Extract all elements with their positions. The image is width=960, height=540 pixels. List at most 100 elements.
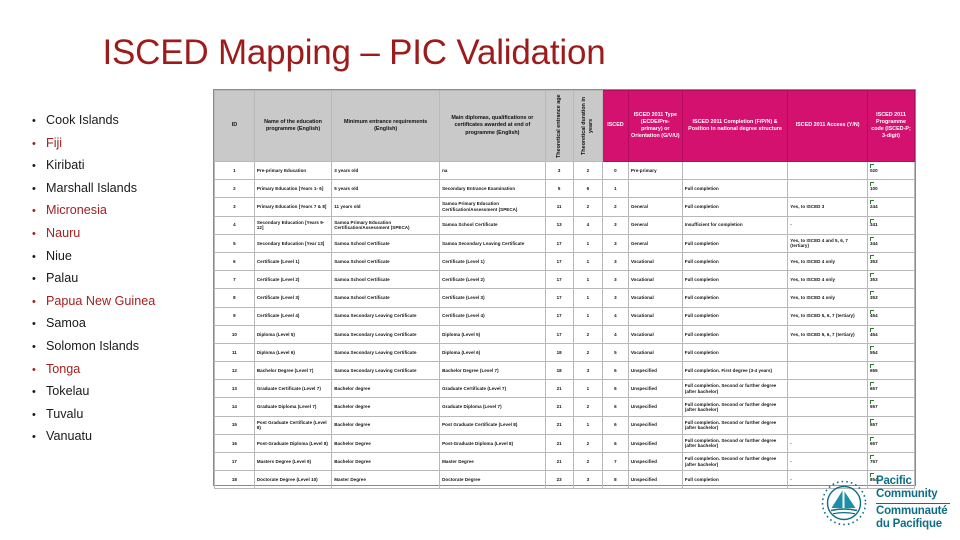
cell-code: 244 [867, 197, 915, 217]
column-header: Theoretical duration in years [572, 90, 604, 162]
cell-entry: Samoa Secondary Leaving Certificate [331, 306, 441, 326]
country-label: Marshall Islands [46, 180, 137, 195]
cell-type: General [627, 197, 683, 217]
cell-type: Vocational [627, 251, 683, 272]
cell-access: - [787, 451, 868, 472]
cell-diploma: Secondary Entrance Examination [439, 179, 546, 199]
cell-diploma: na [439, 160, 546, 181]
cell-name: Diploma (Level 6) [253, 342, 333, 363]
cell-duration: 2 [572, 342, 604, 363]
cell-isced: 3 [602, 270, 629, 290]
table-row: 15 Post Graduate Certificate (Level 8) Bac… [214, 415, 915, 435]
cell-entry: Samoa Secondary Leaving Certificate [331, 342, 441, 363]
country-label: Papua New Guinea [46, 293, 156, 308]
cell-code: 757 [867, 451, 915, 472]
table-row: 16 Post-Graduate Diploma (Level 8) Bachelo… [214, 433, 915, 454]
cell-access [787, 160, 868, 181]
cell-age: 17 [544, 251, 574, 272]
table-row: 14 Graduate Diploma (Level 7) Bachelor deg… [214, 397, 915, 417]
column-header: ID [214, 90, 255, 162]
list-item: • Niue [32, 249, 212, 272]
cell-name: Graduate Diploma (Level 7) [253, 397, 333, 417]
cell-name: Certificate (Level 1) [253, 251, 333, 272]
cell-name: Post Graduate Certificate (Level 8) [253, 415, 333, 435]
cell-id: 7 [214, 270, 255, 290]
column-header-label: Theoretical entrance age [555, 94, 562, 158]
cell-completion: Full completion. Second or further degre… [681, 397, 789, 417]
list-item: • Tokelau [32, 384, 212, 407]
list-item: • Papua New Guinea [32, 294, 212, 317]
cell-completion: Full completion [681, 251, 789, 272]
list-item: • Nauru [32, 226, 212, 249]
cell-code: 341 [867, 215, 915, 235]
cell-type: General [627, 233, 683, 253]
pacific-community-logo: Pacific Community Communauté du Pacifiqu… [818, 474, 950, 532]
country-label: Tokelau [46, 384, 90, 399]
cell-age: 13 [544, 215, 574, 235]
cell-code: 454 [867, 324, 915, 344]
cell-entry: 3 years old [331, 160, 441, 181]
cell-entry: 11 years old [331, 197, 441, 217]
cell-diploma: Certificate (Level 2) [439, 270, 546, 290]
cell-completion: Full completion. Second or further degre… [681, 433, 789, 454]
bullet-dot-icon: • [32, 386, 36, 399]
table-row: 4 Secondary Education [Years 9-12] Samoa P… [214, 215, 915, 235]
cell-type: Vocational [627, 306, 683, 326]
bullet-dot-icon: • [32, 318, 36, 331]
cell-entry: Bachelor degree [331, 379, 441, 399]
cell-type: Pre-primary [627, 160, 683, 181]
cell-age: 11 [544, 197, 574, 217]
cell-type: Vocational [627, 324, 683, 344]
table-row: 3 Primary Education [Years 7 & 8] 11 years… [214, 197, 915, 217]
cell-id: 8 [214, 288, 255, 308]
cell-duration: 1 [572, 379, 604, 399]
table-row: 6 Certificate (Level 1) Samoa School Certi… [214, 251, 915, 272]
column-header: ISCED 2011 Type (ECDE/Pre-primary) or Or… [627, 90, 683, 162]
cell-type: Unspecified [627, 415, 683, 435]
cell-id: 4 [214, 215, 255, 235]
bullet-dot-icon: • [32, 340, 36, 353]
bullet-dot-icon: • [32, 137, 36, 150]
table-row: 13 Graduate Certificate (Level 7) Bachelor… [214, 379, 915, 399]
column-header: Theoretical entrance age [544, 90, 574, 162]
spc-canoe-emblem-icon [818, 477, 870, 529]
cell-completion: Full completion. Second or further degre… [681, 415, 789, 435]
cell-entry: Samoa Primary Education Certification/As… [331, 215, 441, 235]
cell-code: 657 [867, 433, 915, 454]
cell-isced: 6 [602, 433, 629, 454]
country-label: Tonga [46, 361, 81, 376]
bullet-dot-icon: • [32, 431, 36, 444]
cell-id: 16 [214, 433, 255, 454]
bullet-dot-icon: • [32, 250, 36, 263]
cell-name: Diploma (Level 5) [253, 324, 333, 344]
cell-duration: 4 [572, 215, 604, 235]
cell-age: 17 [544, 306, 574, 326]
cell-access [787, 379, 868, 399]
cell-entry: Master Degree [331, 470, 441, 490]
cell-duration: 2 [572, 451, 604, 472]
cell-duration: 1 [572, 415, 604, 435]
cell-type: Unspecified [627, 433, 683, 454]
cell-isced: 2 [602, 197, 629, 217]
cell-entry: Bachelor Degree [331, 433, 441, 454]
column-header: Main diplomas, qualifications or certifi… [439, 90, 546, 162]
cell-completion: Full completion [681, 197, 789, 217]
table-row: 11 Diploma (Level 6) Samoa Secondary Leavi… [214, 342, 915, 363]
cell-isced: 6 [602, 361, 629, 381]
cell-completion: Insufficient for completion [681, 215, 789, 235]
cell-id: 18 [214, 470, 255, 490]
cell-duration: 2 [572, 433, 604, 454]
column-header: ISCED [602, 90, 629, 162]
cell-type: Unspecified [627, 451, 683, 472]
cell-age: 23 [544, 470, 574, 490]
cell-name: Graduate Certificate (Level 7) [253, 379, 333, 399]
cell-completion: Full completion [681, 342, 789, 363]
list-item: • Tuvalu [32, 407, 212, 430]
cell-access [787, 361, 868, 381]
cell-age: 21 [544, 379, 574, 399]
cell-duration: 1 [572, 270, 604, 290]
country-label: Micronesia [46, 203, 107, 218]
cell-diploma: Graduate Certificate (Level 7) [439, 379, 546, 399]
cell-type: Vocational [627, 270, 683, 290]
cell-type: Vocational [627, 288, 683, 308]
